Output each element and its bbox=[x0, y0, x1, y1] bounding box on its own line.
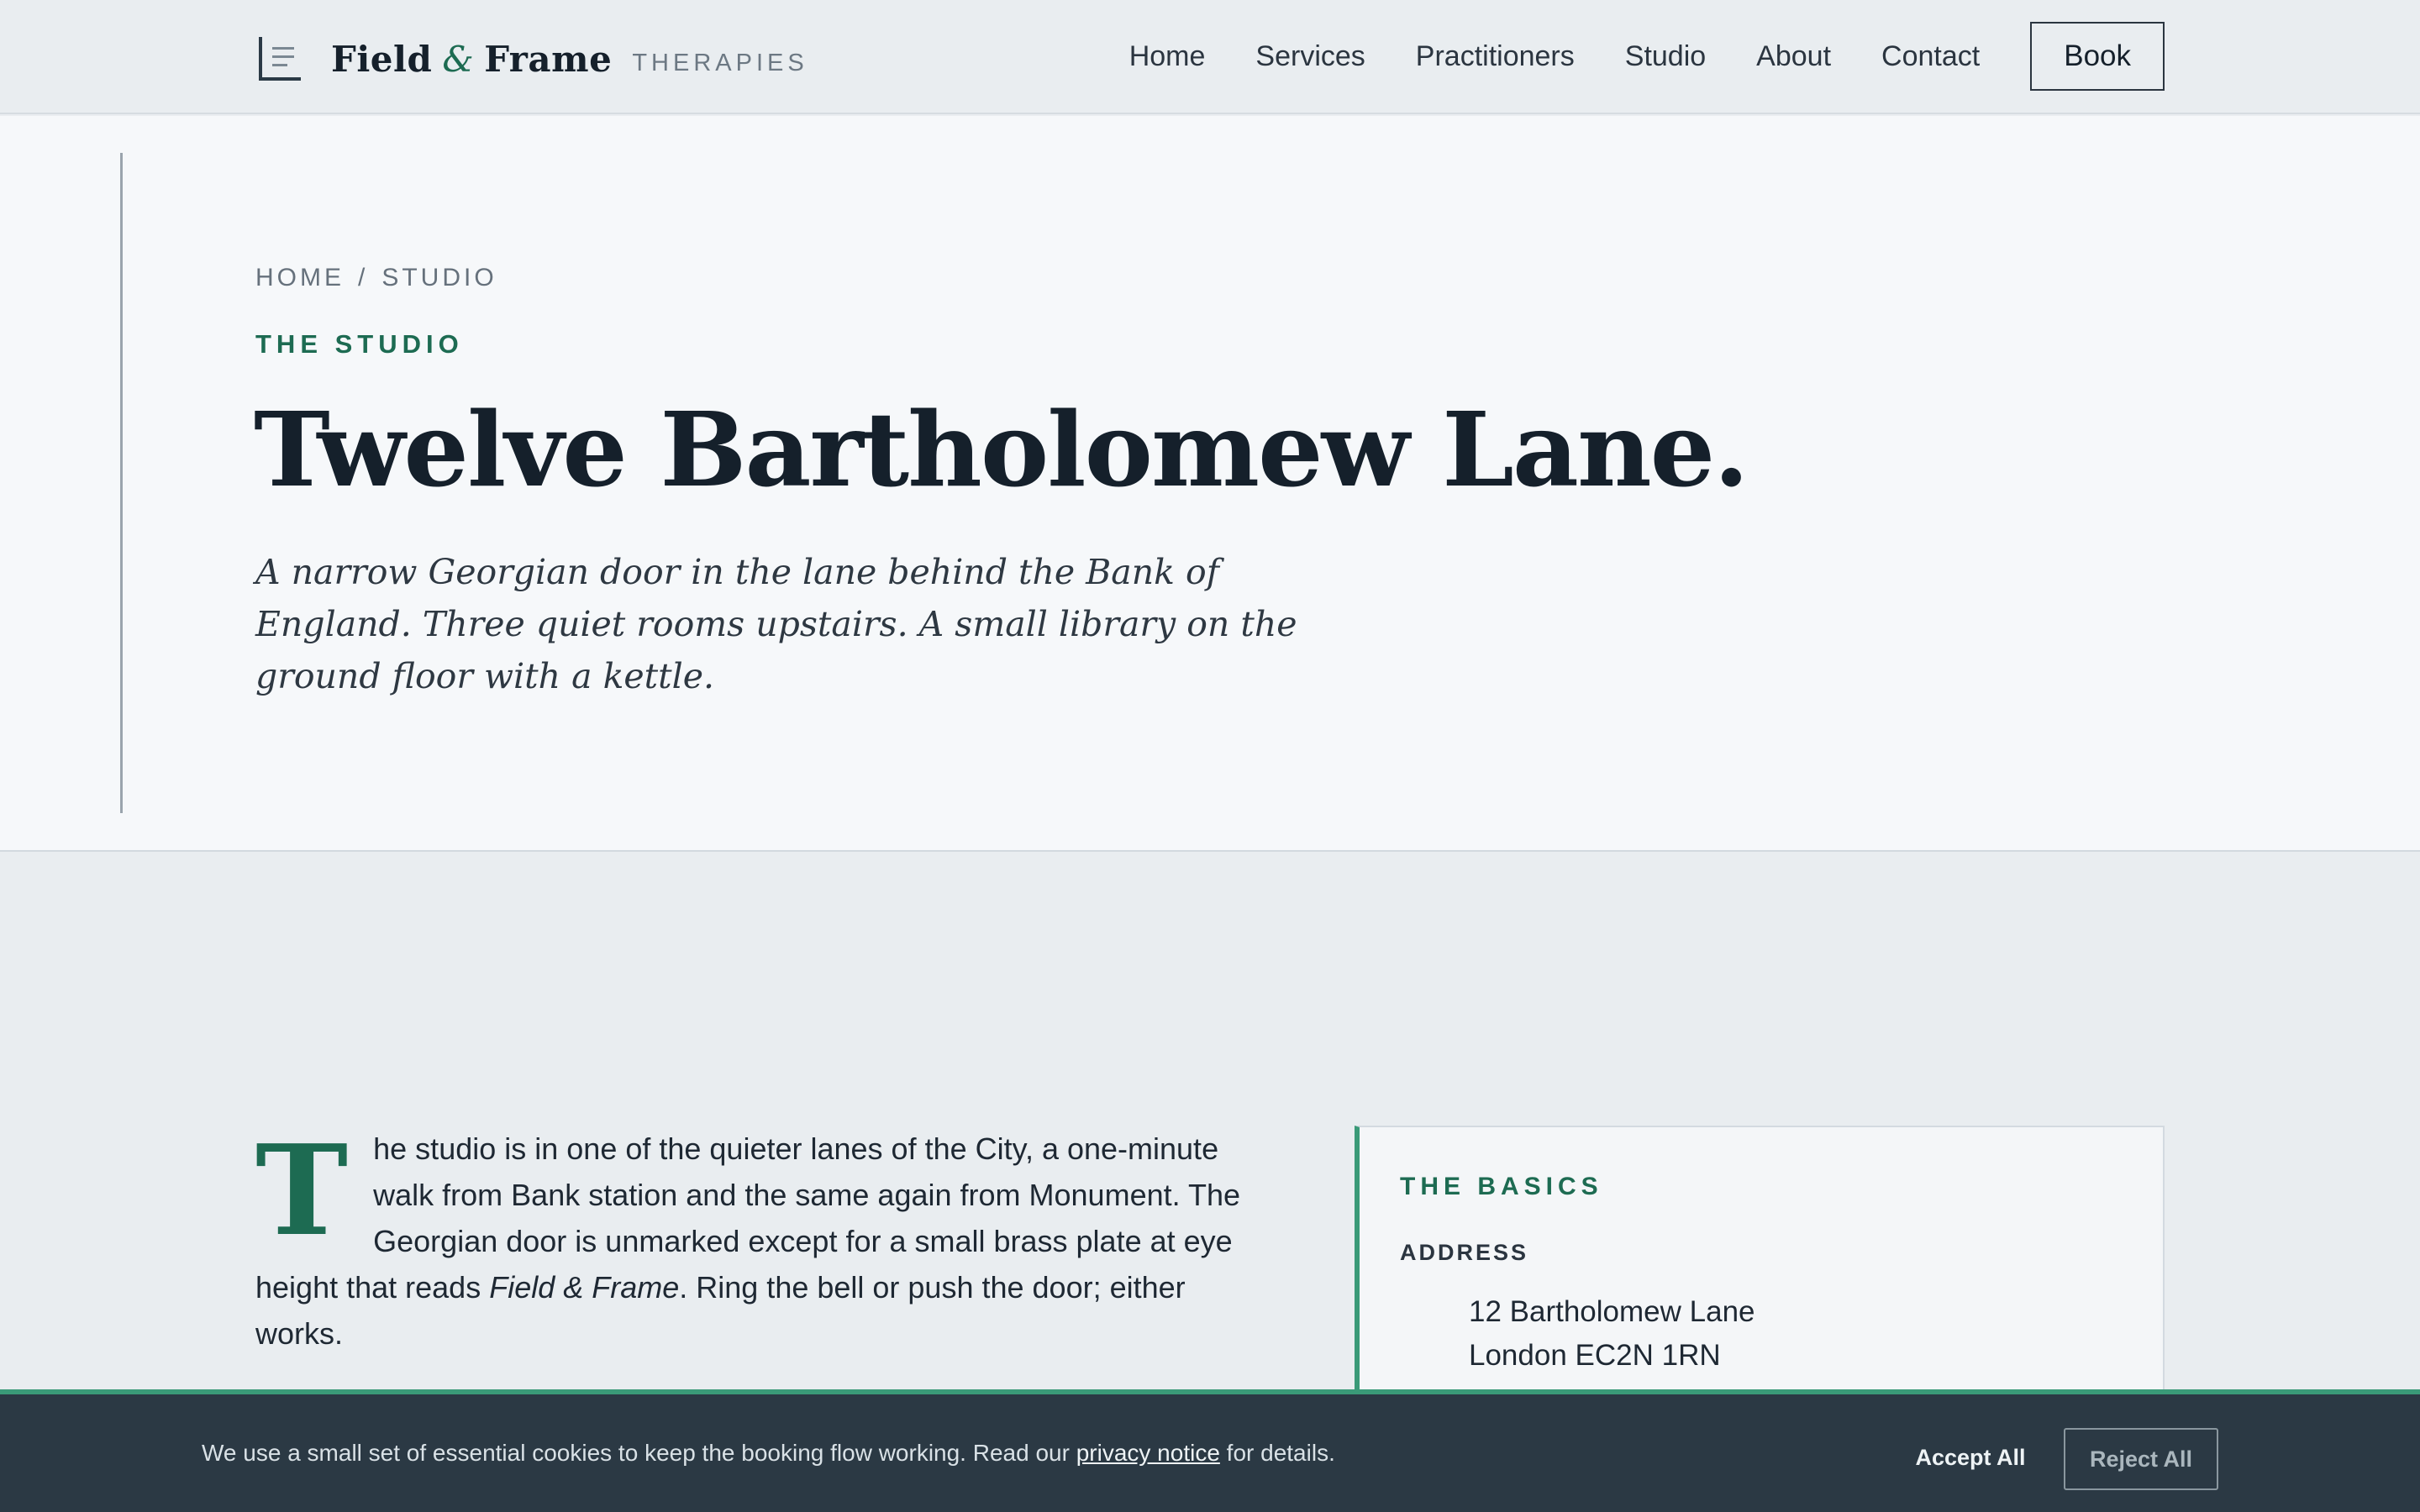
address-line-1: 12 Bartholomew Lane bbox=[1469, 1295, 1755, 1328]
brand-mark-icon bbox=[255, 35, 302, 82]
intro-paragraph: T he studio is in one of the quieter lan… bbox=[255, 1126, 1255, 1357]
nav-contact[interactable]: Contact bbox=[1881, 40, 1980, 73]
reject-all-button[interactable]: Reject All bbox=[2064, 1428, 2218, 1490]
brand-logo-link[interactable]: Field & Frame THERAPIES bbox=[255, 34, 808, 84]
address-line-2: London EC2N 1RN bbox=[1469, 1339, 1721, 1372]
hero-vertical-rule bbox=[120, 153, 123, 813]
address-label: ADDRESS bbox=[1400, 1240, 1529, 1265]
hero-lede: A narrow Georgian door in the lane behin… bbox=[255, 552, 1297, 696]
cookie-message: We use a small set of essential cookies … bbox=[202, 1440, 1335, 1467]
basics-card: THE BASICS ADDRESS 12 Bartholomew Lane L… bbox=[1355, 1126, 2165, 1394]
intro-text-brand: Field & Frame bbox=[489, 1270, 680, 1305]
accept-all-button[interactable]: Accept All bbox=[1899, 1428, 2042, 1487]
breadcrumb-current: STUDIO bbox=[381, 264, 497, 291]
site-header: Field & Frame THERAPIES Home Services Pr… bbox=[0, 0, 2420, 114]
brand-ampersand: & bbox=[442, 38, 475, 80]
brand-subtitle: THERAPIES bbox=[632, 49, 808, 76]
breadcrumb: HOME / STUDIO bbox=[255, 264, 497, 292]
brand-name: Field & Frame bbox=[331, 39, 612, 80]
breadcrumb-home[interactable]: HOME bbox=[255, 264, 345, 292]
nav-services[interactable]: Services bbox=[1255, 40, 1365, 73]
nav-practitioners[interactable]: Practitioners bbox=[1416, 40, 1575, 73]
address-block: 12 Bartholomew Lane London EC2N 1RN bbox=[1469, 1290, 1755, 1378]
cookie-text-end: for details. bbox=[1219, 1440, 1335, 1466]
brand-name-field: Field bbox=[331, 38, 433, 80]
main-nav: Home Services Practitioners Studio About… bbox=[1129, 22, 2165, 91]
basics-title: THE BASICS bbox=[1400, 1173, 1603, 1200]
privacy-notice-link[interactable]: privacy notice bbox=[1076, 1440, 1220, 1466]
drop-cap: T bbox=[255, 1117, 349, 1263]
breadcrumb-separator: / bbox=[358, 264, 369, 291]
brand-name-frame: Frame bbox=[484, 38, 613, 80]
nav-home[interactable]: Home bbox=[1129, 40, 1206, 73]
hero-section: HOME / STUDIO THE STUDIO Twelve Bartholo… bbox=[0, 116, 2420, 852]
cookie-banner: We use a small set of essential cookies … bbox=[0, 1389, 2420, 1512]
nav-about[interactable]: About bbox=[1756, 40, 1831, 73]
cookie-text-start: We use a small set of essential cookies … bbox=[202, 1440, 1076, 1466]
nav-studio[interactable]: Studio bbox=[1625, 40, 1706, 73]
book-button[interactable]: Book bbox=[2030, 22, 2165, 91]
page-title: Twelve Bartholomew Lane. bbox=[254, 389, 1749, 510]
page-eyebrow: THE STUDIO bbox=[255, 329, 464, 359]
